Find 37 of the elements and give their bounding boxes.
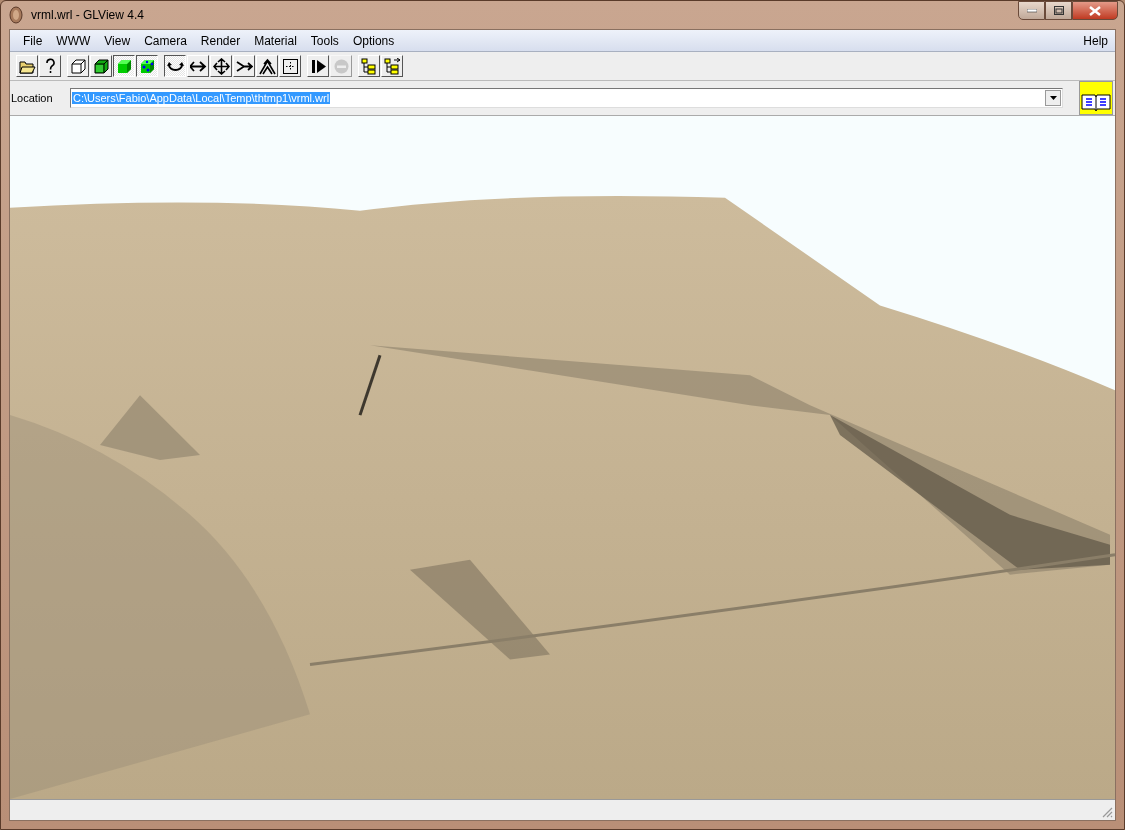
- dropdown-button[interactable]: [1045, 90, 1061, 106]
- toolbar-button[interactable]: [164, 55, 186, 77]
- maximize-icon: [1053, 6, 1064, 15]
- window-title: vrml.wrl - GLView 4.4: [31, 8, 144, 22]
- menu-item[interactable]: File: [16, 33, 50, 48]
- menu-item[interactable]: Tools: [303, 33, 346, 48]
- menu-item[interactable]: View: [97, 33, 138, 48]
- pan-icon: [212, 57, 230, 75]
- fit-view-icon: [281, 57, 299, 75]
- menu-item[interactable]: WWW: [49, 33, 98, 48]
- menu-item[interactable]: Material: [247, 33, 304, 48]
- solid-cube-icon: [115, 57, 133, 75]
- open-book-icon: [1081, 92, 1111, 112]
- stop-icon: [332, 57, 350, 75]
- location-label: Location: [10, 92, 54, 104]
- book-button[interactable]: [1079, 81, 1113, 115]
- tree-icon: [360, 57, 378, 75]
- minimize-button[interactable]: [1018, 1, 1045, 20]
- menu-item[interactable]: Render: [193, 33, 248, 48]
- toolbar-button[interactable]: [136, 55, 158, 77]
- wireframe-cube-icon: [69, 57, 87, 75]
- maximize-button[interactable]: [1045, 1, 1072, 20]
- menu-item[interactable]: Options: [345, 33, 402, 48]
- dropdown-arrow-icon: [1049, 96, 1057, 100]
- toolbar-button[interactable]: [113, 55, 135, 77]
- menu-item[interactable]: Help: [1076, 33, 1115, 48]
- tree-icon: [383, 57, 401, 75]
- minimize-icon: [1026, 8, 1037, 13]
- menu-item[interactable]: Camera: [137, 33, 194, 48]
- outlined-cube-icon: [92, 57, 110, 75]
- tilt-icon: [258, 57, 276, 75]
- textured-cube-icon: [138, 57, 156, 75]
- close-icon: [1089, 5, 1101, 16]
- app-icon: [9, 6, 23, 24]
- resize-grip-icon: [1101, 806, 1113, 818]
- close-button[interactable]: [1072, 1, 1118, 20]
- play-icon: [309, 57, 327, 75]
